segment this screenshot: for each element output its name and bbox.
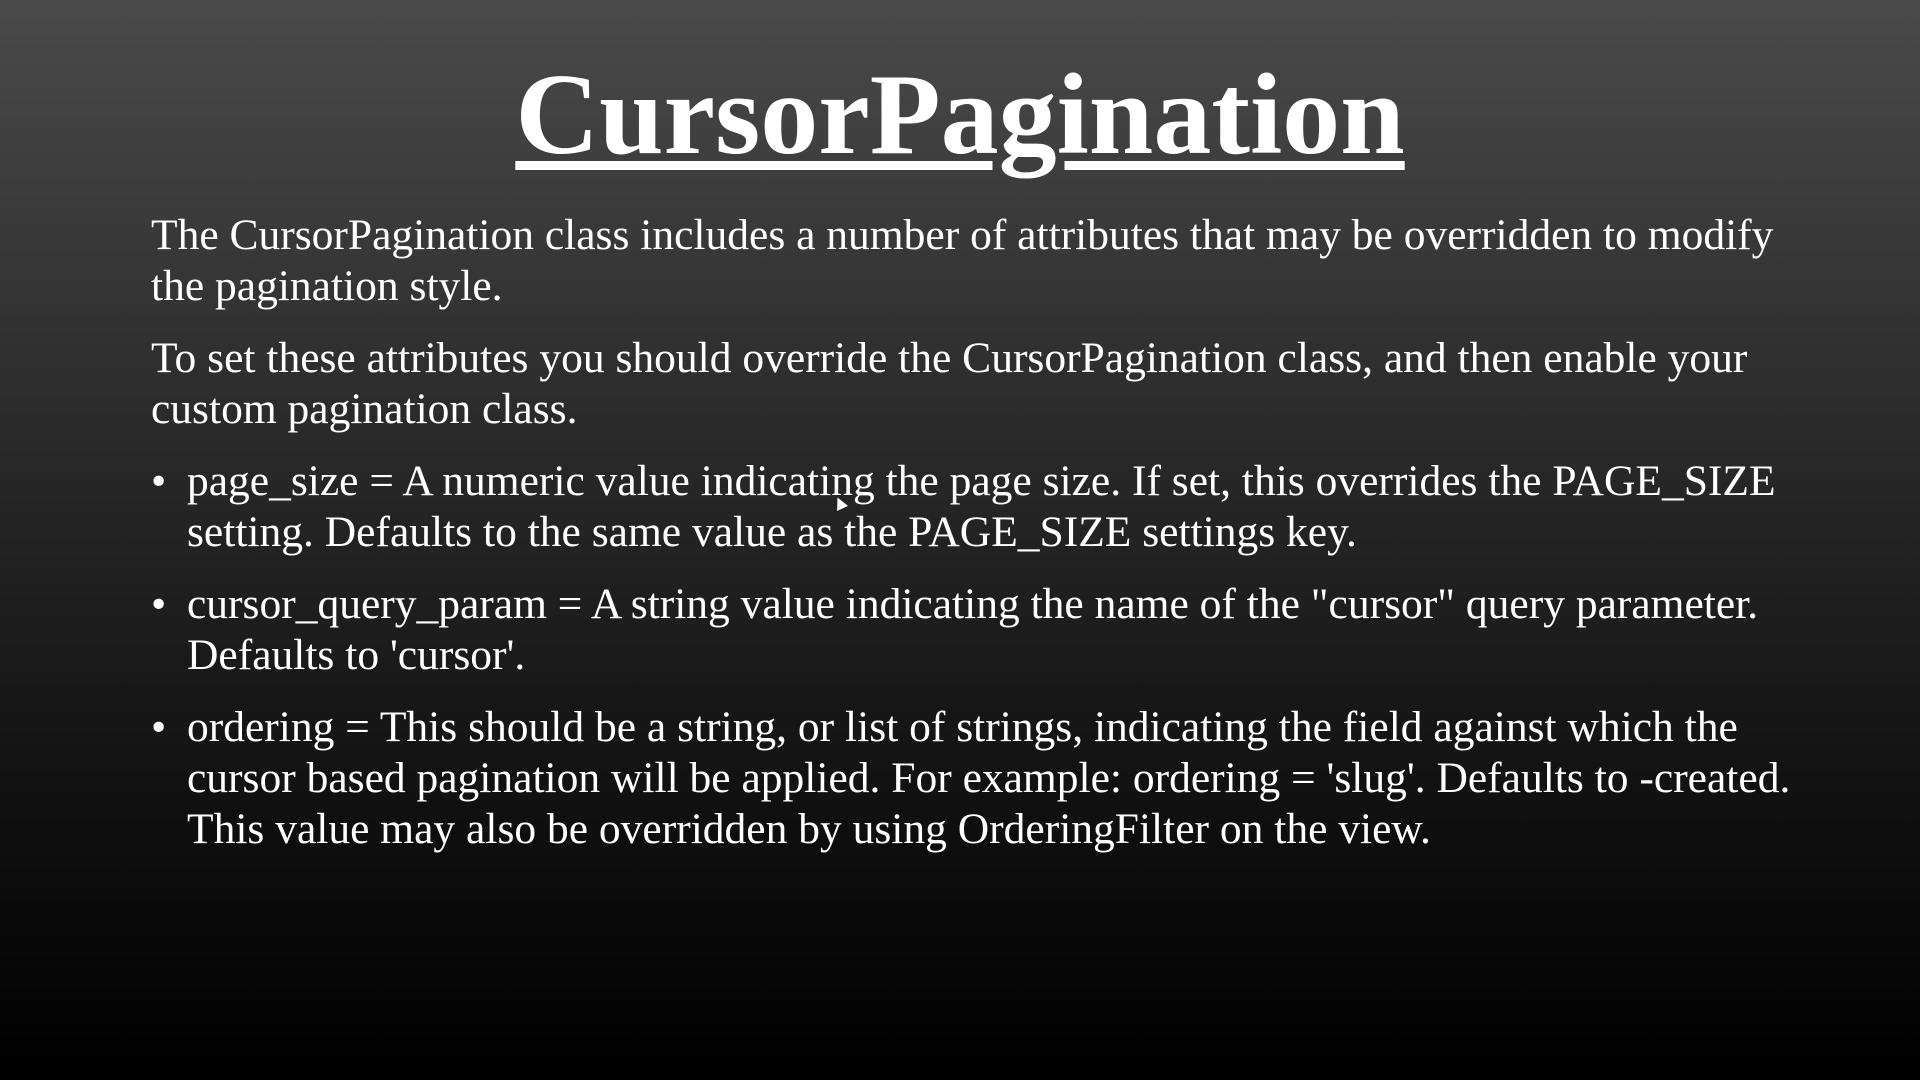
bullet-text-ordering: ordering = This should be a string, or l… (187, 703, 1791, 853)
attribute-list: • page_size = A numeric value indicating… (151, 456, 1791, 855)
intro-paragraph: The CursorPagination class includes a nu… (151, 211, 1774, 310)
slide-body: The CursorPagination class includes a nu… (151, 210, 1791, 876)
bullet-text-page-size: page_size = A numeric value indicating t… (187, 457, 1776, 556)
slide-title-text: CursorPagination (515, 51, 1405, 179)
slide-title: CursorPagination (0, 51, 1920, 180)
bullet-icon: • (151, 580, 167, 628)
instruction-paragraph: To set these attributes you should overr… (151, 334, 1748, 433)
list-item: • ordering = This should be a string, or… (151, 702, 1791, 855)
bullet-icon: • (151, 703, 167, 751)
list-item: • cursor_query_param = A string value in… (151, 579, 1791, 681)
bullet-text-cursor-query-param: cursor_query_param = A string value indi… (187, 580, 1759, 679)
presentation-slide: CursorPagination The CursorPagination cl… (0, 0, 1920, 1080)
bullet-icon: • (151, 457, 167, 505)
list-item: • page_size = A numeric value indicating… (151, 456, 1791, 558)
